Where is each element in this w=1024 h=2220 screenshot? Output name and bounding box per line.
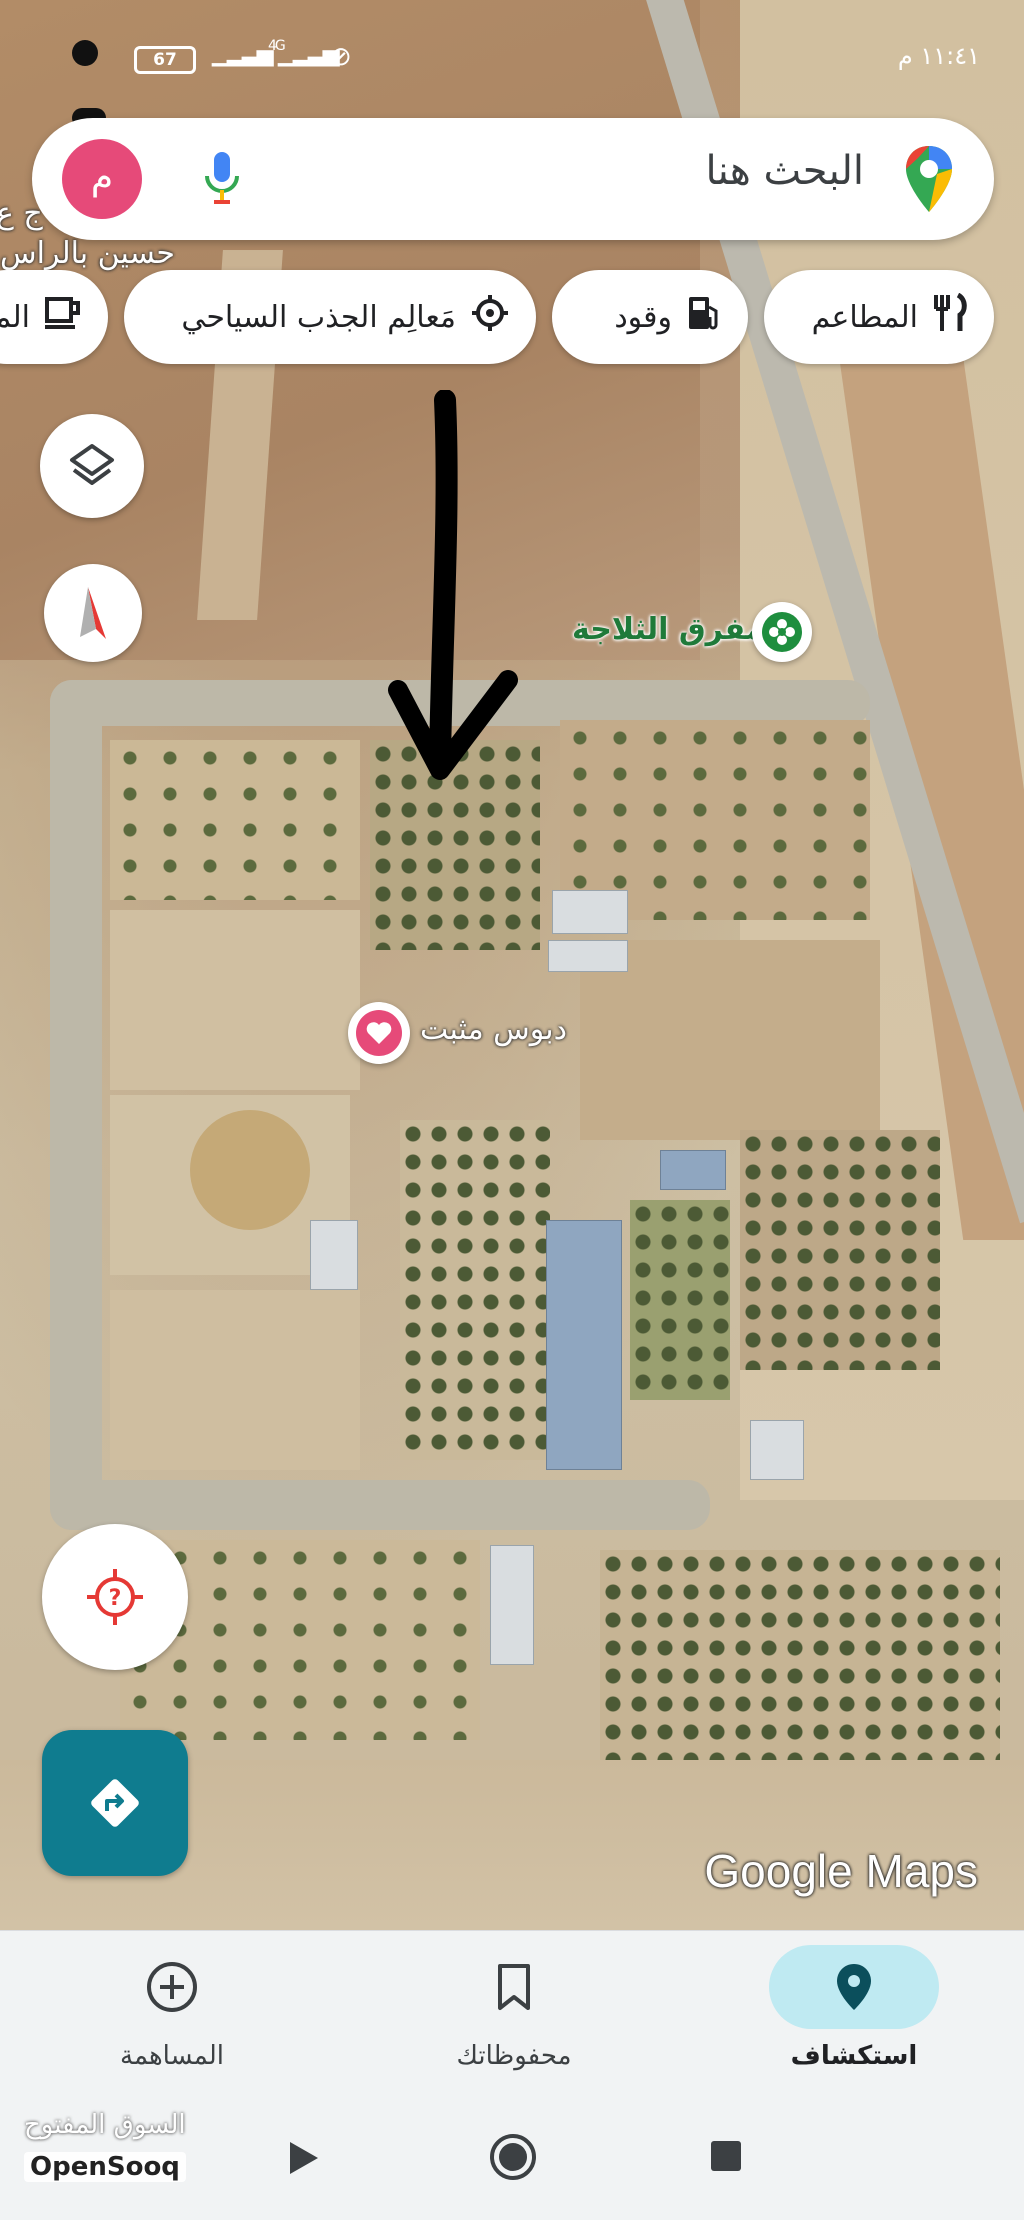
add-circle-icon bbox=[147, 1962, 197, 2012]
map-road bbox=[50, 1480, 710, 1530]
avatar[interactable]: م bbox=[62, 139, 142, 219]
coffee-cup-icon bbox=[44, 295, 82, 339]
directions-button[interactable] bbox=[42, 1730, 188, 1876]
location-pin-icon bbox=[837, 1964, 871, 2010]
heart-pin-icon[interactable] bbox=[348, 1002, 410, 1064]
map-field bbox=[110, 910, 360, 1090]
status-time: ١١:٤١ م bbox=[897, 42, 980, 70]
annotation-arrow bbox=[388, 390, 518, 780]
signal-icon: ▁▂▃▅ bbox=[212, 42, 274, 67]
map-building bbox=[490, 1545, 534, 1665]
svg-text:?: ? bbox=[109, 1586, 122, 1611]
map-building bbox=[310, 1220, 358, 1290]
camera-dot bbox=[72, 40, 98, 66]
layers-icon bbox=[70, 444, 114, 485]
battery-icon: 67 bbox=[134, 46, 196, 74]
map-building bbox=[660, 1150, 726, 1190]
compass-icon bbox=[80, 587, 106, 639]
tab-contribute[interactable]: المساهمة bbox=[2, 1931, 342, 2099]
saved-tab-pill bbox=[429, 1945, 599, 2029]
gas-pump-icon bbox=[686, 293, 722, 341]
map-field bbox=[110, 1290, 360, 1470]
attraction-icon bbox=[470, 293, 510, 341]
location-unknown-icon: ? bbox=[87, 1569, 143, 1625]
chip-restaurants[interactable]: المطاعم bbox=[764, 270, 994, 364]
back-triangle-icon[interactable] bbox=[286, 2138, 322, 2178]
recents-square-icon[interactable] bbox=[708, 2138, 744, 2174]
nav-label: استكشاف bbox=[790, 2041, 918, 2071]
map-field bbox=[630, 1200, 730, 1400]
contribute-tab-pill bbox=[87, 1945, 257, 2029]
map-field bbox=[600, 1550, 1000, 1790]
compass-button[interactable] bbox=[44, 564, 142, 662]
bottom-navigation: استكشاف محفوظاتك المساهمة bbox=[0, 1930, 1024, 2098]
map-road bbox=[50, 680, 102, 1530]
map-place-label: حسين بالراس bbox=[0, 236, 175, 271]
bookmark-icon bbox=[498, 1964, 530, 2010]
chip-coffee[interactable]: المـ bbox=[0, 270, 108, 364]
map-field bbox=[190, 1110, 310, 1230]
home-circle-icon[interactable] bbox=[488, 2132, 538, 2182]
chip-attractions[interactable]: مَعالِم الجذب السياحي bbox=[124, 270, 536, 364]
directions-icon bbox=[91, 1779, 139, 1827]
fork-knife-icon bbox=[932, 292, 968, 341]
layers-button[interactable] bbox=[40, 414, 144, 518]
chip-gas[interactable]: وقود bbox=[552, 270, 748, 364]
nav-label: المساهمة bbox=[120, 2041, 224, 2071]
tab-saved[interactable]: محفوظاتك bbox=[344, 1931, 684, 2099]
signal-icon: ▁▂▃▅ bbox=[278, 42, 340, 67]
map-field bbox=[110, 740, 360, 900]
chip-label: مَعالِم الجذب السياحي bbox=[181, 299, 456, 335]
status-bar: 67 ▁▂▃▅ 4G ▁▂▃▅ ⊘ ١١:٤١ م bbox=[0, 36, 1024, 128]
pinned-label[interactable]: دبوس مثبت bbox=[420, 1012, 567, 1047]
map-building bbox=[552, 890, 628, 934]
chip-label: المـ bbox=[0, 299, 30, 335]
explore-tab-pill bbox=[769, 1945, 939, 2029]
tab-explore[interactable]: استكشاف bbox=[684, 1931, 1024, 2099]
chip-label: وقود bbox=[614, 299, 672, 335]
watermark-arabic: السوق المفتوح bbox=[24, 2110, 186, 2140]
map-building bbox=[546, 1220, 622, 1470]
google-maps-attribution: Google Maps bbox=[704, 1845, 978, 1897]
nav-label: محفوظاتك bbox=[456, 2041, 572, 2071]
map-building bbox=[548, 940, 628, 972]
poi-label[interactable]: مفرق الثلاجة bbox=[572, 612, 764, 647]
map-building bbox=[750, 1420, 804, 1480]
chip-label: المطاعم bbox=[811, 299, 918, 335]
search-bar[interactable]: م البحث هنا bbox=[32, 118, 994, 240]
microphone-icon[interactable] bbox=[202, 150, 242, 208]
watermark-logo: OpenSooq bbox=[24, 2152, 186, 2182]
google-maps-logo-icon bbox=[906, 146, 952, 212]
map-field bbox=[400, 1120, 550, 1460]
map-field bbox=[740, 1130, 940, 1370]
my-location-button[interactable]: ? bbox=[42, 1524, 188, 1670]
wifi-off-icon: ⊘ bbox=[330, 42, 352, 72]
search-input[interactable]: البحث هنا bbox=[705, 148, 864, 194]
poi-marker-icon[interactable] bbox=[752, 602, 812, 662]
